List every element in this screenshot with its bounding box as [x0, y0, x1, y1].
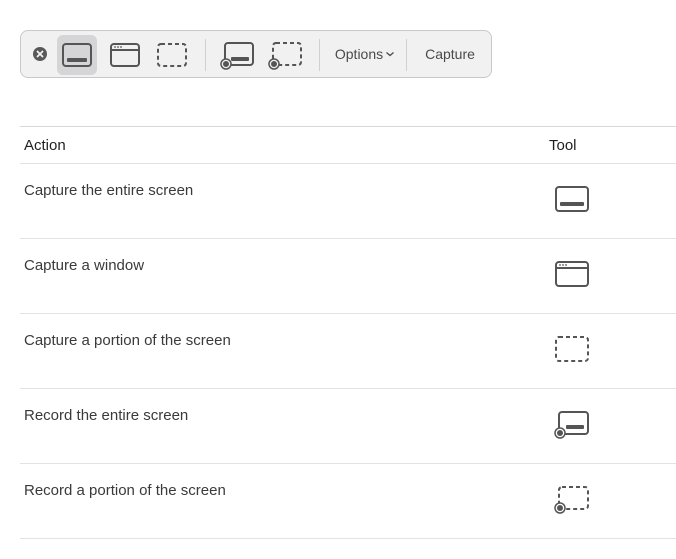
- capture-selection-icon: [157, 43, 187, 67]
- action-label: Record the entire screen: [24, 407, 189, 424]
- chevron-down-icon: [386, 52, 395, 57]
- toolbar-separator: [205, 39, 206, 71]
- capture-button[interactable]: Capture: [407, 31, 493, 77]
- options-button[interactable]: Options: [327, 31, 403, 77]
- toolbar-separator: [319, 39, 320, 71]
- action-label: Capture a portion of the screen: [24, 332, 231, 349]
- table-row: Record the entire screen: [20, 389, 676, 464]
- record-selection-icon: [268, 42, 302, 70]
- shortcuts-table: Action Tool Capture the entire screen Ca…: [20, 126, 676, 539]
- table-row: Capture a window: [20, 239, 676, 314]
- capture-entire-screen-button[interactable]: [57, 35, 97, 75]
- table-header: Action Tool: [20, 126, 676, 164]
- capture-entire-screen-icon: [555, 186, 589, 212]
- record-entire-screen-button[interactable]: [217, 35, 257, 75]
- capture-window-icon: [555, 261, 589, 287]
- capture-selection-icon: [555, 336, 589, 362]
- capture-entire-screen-icon: [62, 43, 92, 67]
- table-row: Capture a portion of the screen: [20, 314, 676, 389]
- record-selection-icon: [554, 486, 589, 514]
- table-row: Record a portion of the screen: [20, 464, 676, 539]
- close-icon[interactable]: [33, 47, 47, 61]
- record-selection-button[interactable]: [265, 35, 305, 75]
- screenshot-toolbar: Options Capture: [20, 30, 492, 78]
- tool-column-header: Tool: [549, 137, 577, 154]
- options-label: Options: [334, 46, 384, 62]
- action-label: Record a portion of the screen: [24, 482, 226, 499]
- record-entire-screen-icon: [554, 411, 589, 439]
- action-column-header: Action: [24, 137, 66, 154]
- capture-window-icon: [110, 43, 140, 67]
- capture-window-button[interactable]: [105, 35, 145, 75]
- action-label: Capture a window: [24, 257, 145, 274]
- capture-selection-button[interactable]: [152, 35, 192, 75]
- action-label: Capture the entire screen: [24, 182, 194, 199]
- table-row: Capture the entire screen: [20, 164, 676, 239]
- record-entire-screen-icon: [220, 42, 254, 70]
- capture-label: Capture: [425, 46, 475, 62]
